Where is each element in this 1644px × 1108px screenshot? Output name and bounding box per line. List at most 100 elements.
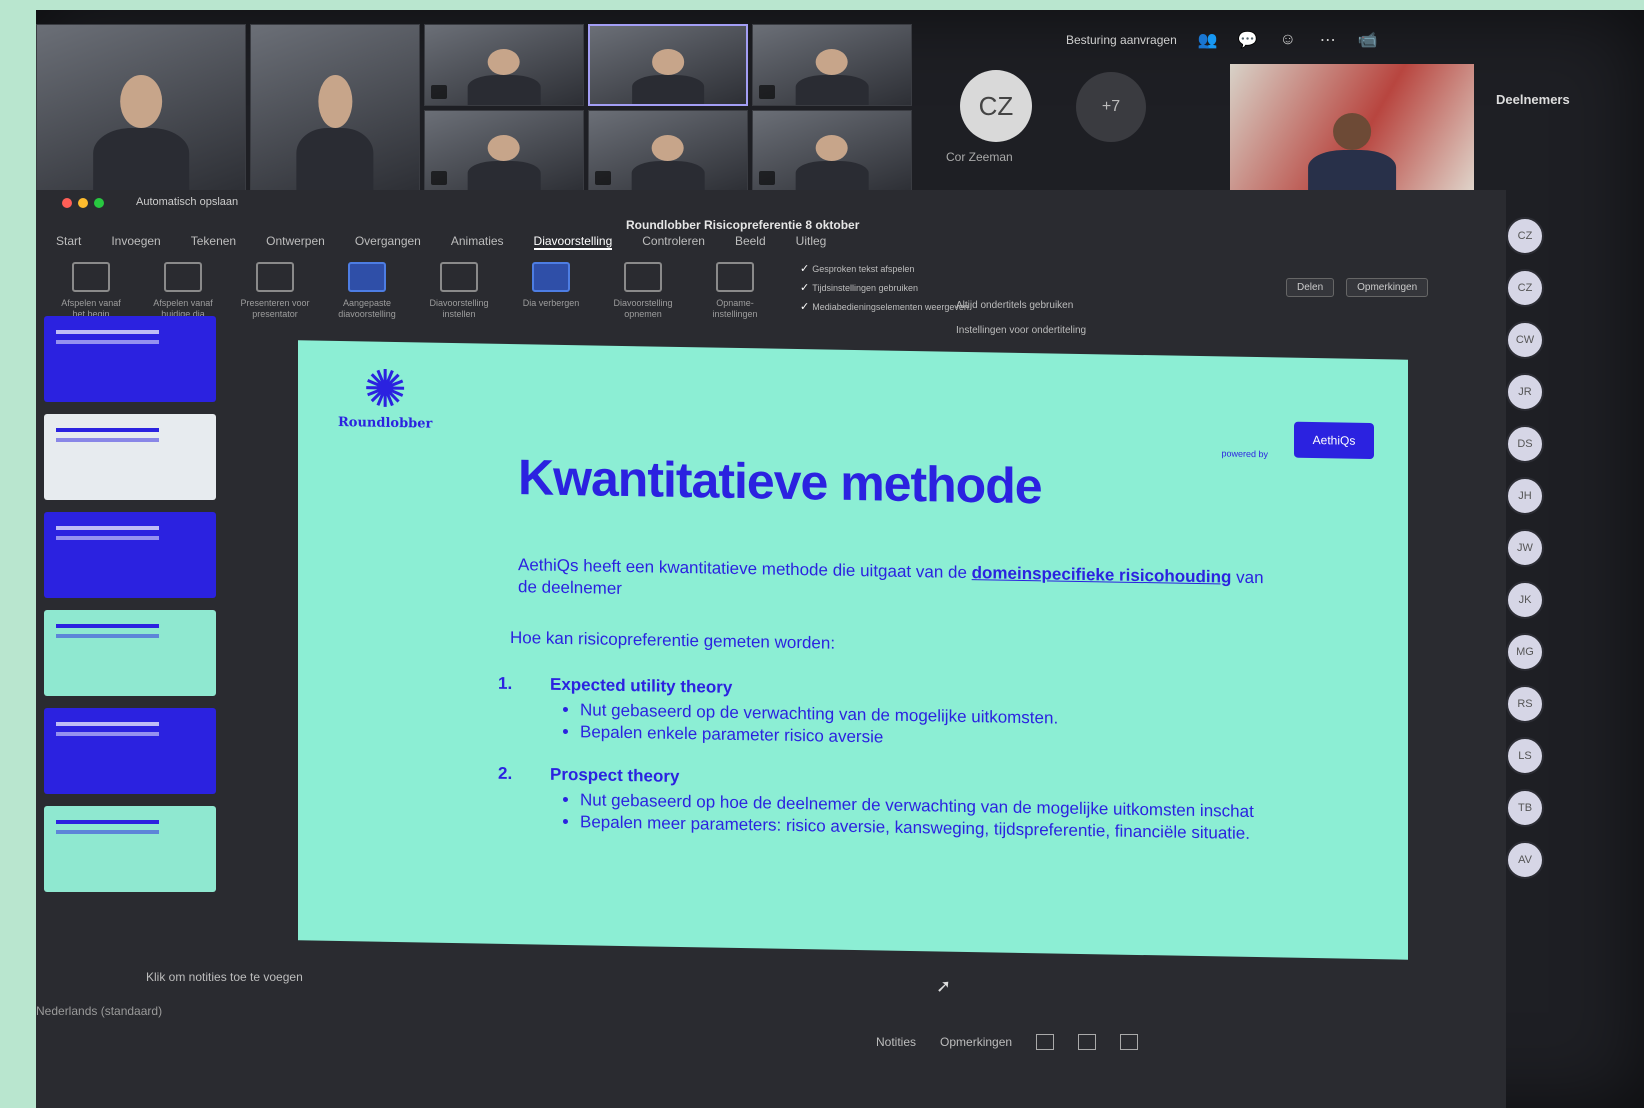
ribbon-button[interactable]: Dia verbergen [516,262,586,338]
slideshow-icon [624,262,662,292]
badge-caption: powered by [1221,448,1268,460]
participants-panel-title: Deelnemers [1496,92,1570,107]
ribbon-button[interactable]: Opname-instellingen [700,262,770,338]
participant-row[interactable]: JR [1506,366,1644,418]
participant-row[interactable]: CZ [1506,262,1644,314]
share-button[interactable]: Delen [1286,278,1335,297]
tab-invoegen[interactable]: Invoegen [111,234,160,250]
reactions-icon[interactable]: ☺ [1279,31,1297,49]
participant-row[interactable]: TB [1506,782,1644,834]
comments-button[interactable]: Opmerkingen [1346,278,1429,297]
video-tile[interactable] [588,110,748,192]
item-number: 2. [498,763,513,784]
minimize-window-button[interactable] [78,198,88,208]
participant-row[interactable]: JH [1506,470,1644,522]
maximize-window-button[interactable] [94,198,104,208]
language-status[interactable]: Nederlands (standaard) [36,1004,162,1018]
autosave-toggle[interactable]: Automatisch opslaan [136,196,238,208]
tab-tekenen[interactable]: Tekenen [191,234,236,250]
participant-name: Cor Zeeman [946,150,1013,164]
participant-row[interactable]: RS [1506,678,1644,730]
tab-controleren[interactable]: Controleren [642,234,705,250]
tab-ontwerpen[interactable]: Ontwerpen [266,234,325,250]
participant-row[interactable]: DS [1506,418,1644,470]
participant-video [795,135,869,191]
tab-animaties[interactable]: Animaties [451,234,504,250]
slide-sorter-icon[interactable] [1078,1034,1097,1050]
slide-thumbnail[interactable] [44,806,216,892]
tab-beeld[interactable]: Beeld [735,234,766,250]
ribbon-checkbox[interactable]: Gesproken tekst afspelen [800,262,969,275]
tab-start[interactable]: Start [56,234,81,250]
slide-intro: AethiQs heeft een kwantitatieve methode … [518,554,1278,611]
ribbon-checkbox[interactable]: Mediabedieningselementen weergeven [800,300,969,313]
tab-overgangen[interactable]: Overgangen [355,234,421,250]
video-tile[interactable] [424,110,584,192]
slide-thumbnail[interactable] [44,414,216,500]
slide-canvas[interactable]: ✺ Roundlobber powered by AethiQs Kwantit… [298,340,1408,960]
roundlobber-logo: ✺ Roundlobber [338,360,433,432]
video-tile[interactable] [36,24,246,192]
participant-row[interactable]: CZ [1506,210,1644,262]
video-tile[interactable] [424,24,584,106]
slide-thumbnail[interactable] [44,708,216,794]
slide-thumbnails [36,316,236,904]
logo-word: Roundlobber [338,415,433,432]
participant-row[interactable]: LS [1506,730,1644,782]
avatar: CW [1506,321,1544,359]
avatar[interactable]: CZ [960,70,1032,142]
more-participants-button[interactable]: +7 [1076,72,1146,142]
video-grid [36,24,926,194]
reading-view-icon[interactable] [1120,1034,1139,1050]
ribbon-button-label: Opname-instellingen [712,298,758,319]
slide-thumbnail-current[interactable] [44,610,216,696]
slideshow-icon [348,262,386,292]
video-tile[interactable] [250,24,420,192]
camera-icon[interactable]: 📹 [1358,31,1378,49]
notes-input[interactable]: Klik om notities toe te voegen [146,970,303,984]
mouse-cursor-icon: ➚ [936,976,952,996]
participant-row[interactable]: JK [1506,574,1644,626]
request-control-button[interactable]: Besturing aanvragen [1066,33,1177,47]
muted-mic-icon [595,171,611,185]
presenter-video[interactable] [1230,64,1474,194]
video-tile[interactable] [752,110,912,192]
notes-toggle[interactable]: Notities [876,1035,916,1049]
more-icon[interactable]: ⋯ [1319,31,1337,49]
participants-list: CZ CZ CW JR DS JH JW JK MG RS LS TB AV [1506,210,1644,886]
participant-row[interactable]: AV [1506,834,1644,886]
avatar: DS [1506,425,1544,463]
ribbon-tabs: Start Invoegen Tekenen Ontwerpen Overgangen A… [56,234,826,250]
avatar: RS [1506,685,1544,723]
avatar: AV [1506,841,1544,879]
ribbon-button[interactable]: Presenteren voor presentator [240,262,310,338]
participant-row[interactable]: JW [1506,522,1644,574]
tab-diavoorstelling[interactable]: Diavoorstelling [533,234,613,250]
normal-view-icon[interactable] [1036,1034,1055,1050]
ribbon-option[interactable]: Instellingen voor ondertiteling [956,325,1086,336]
video-tile[interactable] [752,24,912,106]
video-tile-active-speaker[interactable] [588,24,748,106]
ribbon-button-label: Aangepaste diavoorstelling [338,298,396,319]
ribbon-button[interactable]: Aangepaste diavoorstelling [332,262,402,338]
participant-row[interactable]: CW [1506,314,1644,366]
close-window-button[interactable] [62,198,72,208]
slide-thumbnail[interactable] [44,316,216,402]
slide-thumbnail[interactable] [44,512,216,598]
avatar: JR [1506,373,1544,411]
avatar: JW [1506,529,1544,567]
ribbon-button[interactable]: Diavoorstelling opnemen [608,262,678,338]
muted-mic-icon [431,85,447,99]
tab-uitleg[interactable]: Uitleg [796,234,827,250]
comments-toggle[interactable]: Opmerkingen [940,1035,1012,1049]
chat-icon[interactable]: 💬 [1238,31,1258,49]
ribbon-option[interactable]: Altijd ondertitels gebruiken [956,300,1086,311]
muted-mic-icon [431,171,447,185]
ribbon-checkbox[interactable]: Tijdsinstellingen gebruiken [800,281,969,294]
participants-icon[interactable]: 👥 [1198,31,1218,49]
participant-row[interactable]: MG [1506,626,1644,678]
document-title: Roundlobber Risicopreferentie 8 oktober [626,218,860,232]
avatar: CZ [1506,269,1544,307]
slideshow-icon [164,262,202,292]
ribbon-button[interactable]: Diavoorstelling instellen [424,262,494,338]
